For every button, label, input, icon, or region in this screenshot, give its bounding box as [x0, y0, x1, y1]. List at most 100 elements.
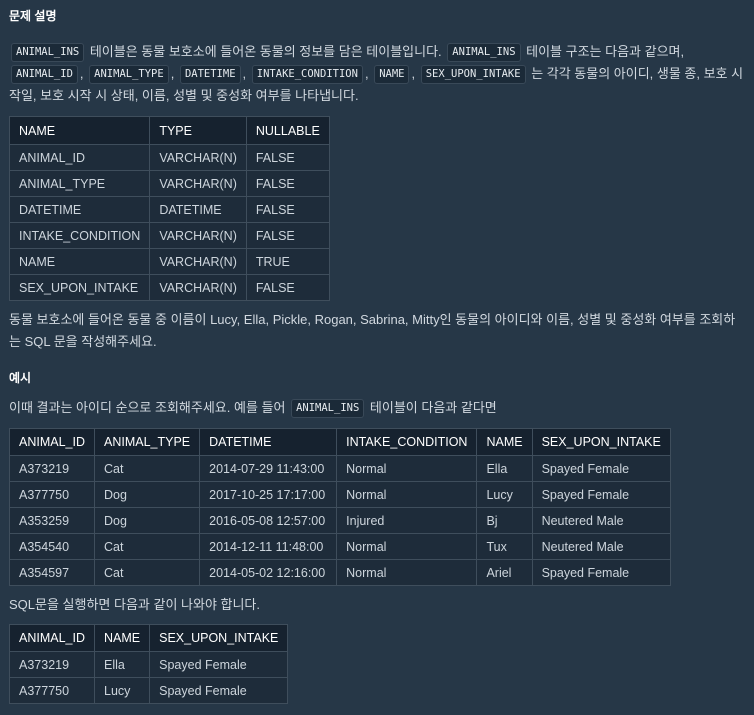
table-cell: Lucy — [93, 677, 151, 704]
inline-code: ANIMAL_INS — [291, 399, 365, 418]
example-title: 예시 — [9, 371, 32, 385]
table-cell: A354597 — [9, 559, 95, 586]
table-cell: Dog — [93, 481, 201, 508]
inline-code: NAME — [374, 65, 410, 84]
column-header: TYPE — [149, 116, 247, 145]
table-cell: Ariel — [476, 559, 533, 586]
intro-text: 테이블은 동물 보호소에 들어온 동물의 정보를 담은 테이블입니다. — [89, 44, 442, 59]
column-header: NAME — [476, 428, 533, 456]
table-cell: A377750 — [9, 677, 95, 704]
table-cell: Injured — [336, 507, 478, 534]
inline-code: INTAKE_CONDITION — [251, 65, 363, 84]
example-intro-paragraph: 이때 결과는 아이디 순으로 조회해주세요. 예를 들어 ANIMAL_INS … — [9, 397, 745, 419]
inline-code: ANIMAL_TYPE — [89, 65, 169, 84]
comma: , — [242, 66, 247, 81]
table-cell: Spayed Female — [149, 651, 289, 678]
table-cell: VARCHAR(N) — [149, 274, 247, 301]
column-header: NAME — [93, 624, 151, 652]
inline-code: ANIMAL_INS — [11, 43, 85, 62]
table-cell: DATETIME — [149, 196, 247, 223]
table-cell: ANIMAL_TYPE — [8, 170, 151, 197]
table-cell: A377750 — [9, 481, 95, 508]
table-cell: 2014-05-02 12:16:00 — [199, 559, 338, 586]
table-cell: Normal — [336, 455, 478, 482]
table-cell: Cat — [93, 533, 201, 560]
table-cell: FALSE — [245, 196, 330, 223]
table-cell: Spayed Female — [149, 677, 289, 704]
table-cell: DATETIME — [8, 196, 151, 223]
table-cell: A373219 — [9, 651, 95, 678]
table-cell: Spayed Female — [531, 481, 671, 508]
table-header-row: ANIMAL_ID NAME SEX_UPON_INTAKE — [9, 624, 289, 652]
table-row: NAME VARCHAR(N) TRUE — [8, 248, 330, 275]
description-title: 문제 설명 — [9, 9, 57, 23]
inline-code: DATETIME — [179, 65, 241, 84]
table-cell: A373219 — [9, 455, 95, 482]
table-header-row: ANIMAL_ID ANIMAL_TYPE DATETIME INTAKE_CO… — [9, 428, 671, 456]
question-paragraph: 동물 보호소에 들어온 동물 중 이름이 Lucy, Ella, Pickle,… — [9, 312, 736, 349]
table-cell: Spayed Female — [531, 455, 671, 482]
table-cell: TRUE — [245, 248, 330, 275]
table-row: A353259 Dog 2016-05-08 12:57:00 Injured … — [9, 507, 671, 534]
column-header: SEX_UPON_INTAKE — [149, 624, 289, 652]
table-row: SEX_UPON_INTAKE VARCHAR(N) FALSE — [8, 274, 330, 301]
table-row: A373219 Ella Spayed Female — [9, 651, 289, 678]
table-row: INTAKE_CONDITION VARCHAR(N) FALSE — [8, 222, 330, 249]
table-cell: Normal — [336, 481, 478, 508]
table-cell: 2014-07-29 11:43:00 — [199, 455, 338, 482]
table-cell: Normal — [336, 533, 478, 560]
table-header-row: NAME TYPE NULLABLE — [8, 116, 330, 145]
table-row: ANIMAL_ID VARCHAR(N) FALSE — [8, 144, 330, 171]
column-header: ANIMAL_ID — [9, 428, 95, 456]
table-cell: Cat — [93, 455, 201, 482]
table-cell: Ella — [476, 455, 533, 482]
inline-code: ANIMAL_INS — [447, 43, 521, 62]
column-header: SEX_UPON_INTAKE — [531, 428, 671, 456]
column-header: ANIMAL_TYPE — [93, 428, 201, 456]
table-row: ANIMAL_TYPE VARCHAR(N) FALSE — [8, 170, 330, 197]
comma: , — [79, 66, 84, 81]
column-header: ANIMAL_ID — [9, 624, 95, 652]
table-row: DATETIME DATETIME FALSE — [8, 196, 330, 223]
table-row: A354597 Cat 2014-05-02 12:16:00 Normal A… — [9, 559, 671, 586]
table-cell: FALSE — [245, 144, 330, 171]
column-header: INTAKE_CONDITION — [336, 428, 478, 456]
table-cell: Dog — [93, 507, 201, 534]
table-cell: 2017-10-25 17:17:00 — [199, 481, 338, 508]
table-cell: Bj — [476, 507, 533, 534]
table-row: A377750 Dog 2017-10-25 17:17:00 Normal L… — [9, 481, 671, 508]
table-cell: Tux — [476, 533, 533, 560]
intro-text: 테이블 구조는 다음과 같으며, — [526, 44, 685, 59]
table-cell: Neutered Male — [531, 533, 671, 560]
column-header: DATETIME — [199, 428, 338, 456]
problem-description: 문제 설명 ANIMAL_INS 테이블은 동물 보호소에 들어온 동물의 정보… — [0, 0, 754, 704]
table-cell: Ella — [93, 651, 151, 678]
inline-code: SEX_UPON_INTAKE — [420, 65, 526, 84]
table-intro-paragraph: ANIMAL_INS 테이블은 동물 보호소에 들어온 동물의 정보를 담은 테… — [9, 41, 745, 107]
table-cell: A353259 — [9, 507, 95, 534]
table-row: A354540 Cat 2014-12-11 11:48:00 Normal T… — [9, 533, 671, 560]
comma: , — [364, 66, 369, 81]
inline-code: ANIMAL_ID — [11, 65, 78, 84]
table-cell: VARCHAR(N) — [149, 222, 247, 249]
table-cell: ANIMAL_ID — [8, 144, 151, 171]
table-cell: Neutered Male — [531, 507, 671, 534]
example-intro-text: 이때 결과는 아이디 순으로 조회해주세요. 예를 들어 — [9, 400, 286, 415]
table-cell: 2014-12-11 11:48:00 — [199, 533, 338, 560]
schema-table: NAME TYPE NULLABLE ANIMAL_ID VARCHAR(N) … — [8, 116, 330, 301]
table-cell: A354540 — [9, 533, 95, 560]
table-cell: SEX_UPON_INTAKE — [8, 274, 151, 301]
table-cell: 2016-05-08 12:57:00 — [199, 507, 338, 534]
table-row: A377750 Lucy Spayed Female — [9, 677, 289, 704]
example-input-table: ANIMAL_ID ANIMAL_TYPE DATETIME INTAKE_CO… — [9, 428, 671, 586]
column-header: NULLABLE — [245, 116, 330, 145]
comma: , — [170, 66, 175, 81]
table-cell: VARCHAR(N) — [149, 170, 247, 197]
table-cell: FALSE — [245, 274, 330, 301]
table-row: A373219 Cat 2014-07-29 11:43:00 Normal E… — [9, 455, 671, 482]
table-cell: FALSE — [245, 170, 330, 197]
result-intro-paragraph: SQL문을 실행하면 다음과 같이 나와야 합니다. — [9, 597, 261, 612]
table-cell: VARCHAR(N) — [149, 144, 247, 171]
column-header: NAME — [8, 116, 151, 145]
comma: , — [411, 66, 416, 81]
